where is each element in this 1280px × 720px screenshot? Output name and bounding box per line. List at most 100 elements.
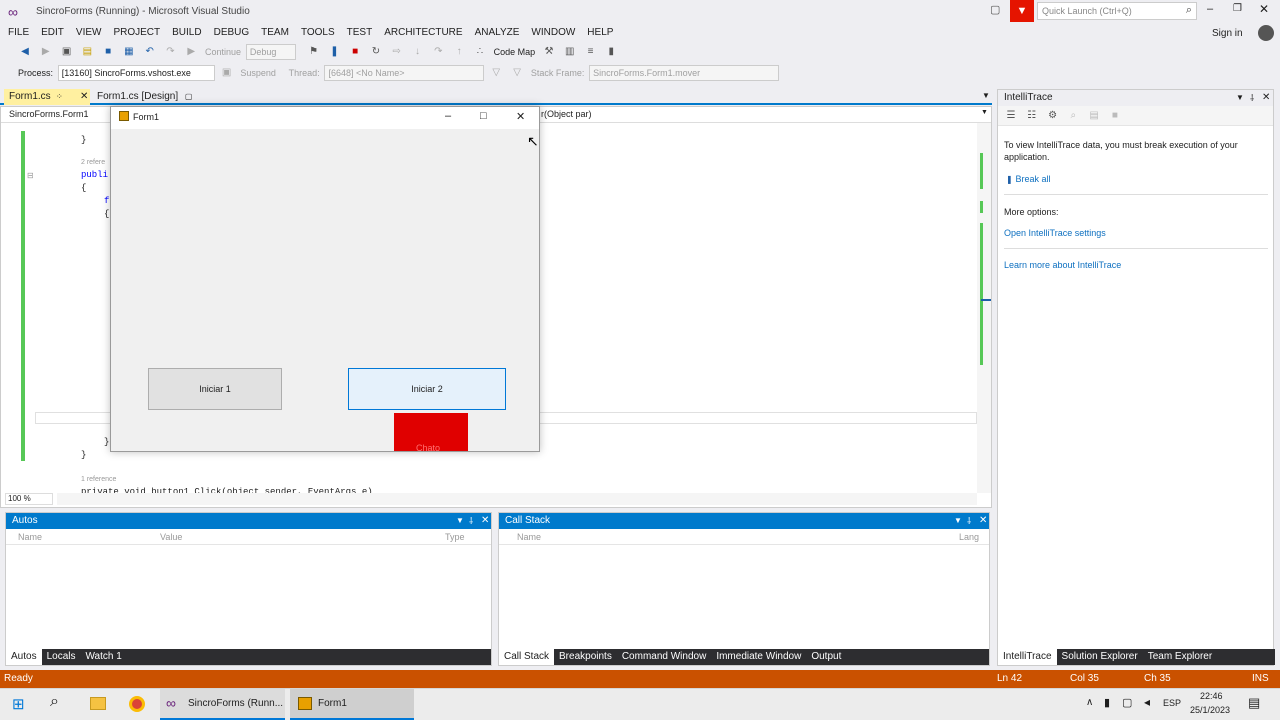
restore-icon[interactable]: ❐	[1233, 3, 1242, 14]
filter-icon[interactable]: ▽	[489, 66, 503, 80]
bookmark-icon[interactable]: ▮	[604, 45, 618, 59]
step-over-icon[interactable]: ↷	[431, 45, 445, 59]
iniciar-1-button[interactable]: Iniciar 1	[148, 368, 282, 410]
panel-menu-icon[interactable]: ▼	[954, 513, 962, 529]
feedback-icon[interactable]: ▼	[1010, 0, 1034, 22]
network-icon[interactable]: ▢	[1122, 696, 1132, 709]
tab-breakpoints[interactable]: Breakpoints	[554, 649, 617, 665]
menu-test[interactable]: TEST	[341, 24, 379, 41]
vertical-scrollbar[interactable]	[977, 123, 991, 493]
show-next-statement-icon[interactable]: ⇨	[390, 45, 404, 59]
search-icon[interactable]: ⌕	[1066, 109, 1080, 123]
tab-form1-design[interactable]: Form1.cs [Design] ▢	[92, 89, 197, 105]
minimize-icon[interactable]: –	[1207, 3, 1213, 15]
microphone-icon[interactable]: ▮	[1104, 696, 1110, 709]
open-file-icon[interactable]: ▤	[80, 45, 94, 59]
dropdown-arrow-icon[interactable]: ▼	[981, 109, 988, 116]
search-icon[interactable]: ⌕	[50, 693, 59, 711]
panel-menu-icon[interactable]: ▼	[456, 513, 464, 529]
learn-more-link[interactable]: Learn more about IntelliTrace	[1004, 260, 1121, 270]
tab-command-window[interactable]: Command Window	[617, 649, 711, 665]
continue-icon[interactable]: ▶	[184, 45, 198, 59]
tab-intellitrace[interactable]: IntelliTrace	[998, 649, 1057, 665]
code-map-button[interactable]: Code Map	[492, 42, 538, 62]
back-icon[interactable]: ◀	[18, 45, 32, 59]
language-indicator[interactable]: ESP	[1163, 698, 1181, 708]
close-icon[interactable]: ✕	[1262, 90, 1270, 106]
pin-icon[interactable]: ⁘	[56, 89, 63, 105]
thread-select[interactable]: [6648] <No Name>	[324, 65, 485, 81]
tab-team-explorer[interactable]: Team Explorer	[1143, 649, 1217, 665]
save-all-icon[interactable]: ▦	[122, 45, 136, 59]
open-settings-link[interactable]: Open IntelliTrace settings	[1004, 228, 1106, 238]
code-lens[interactable]: 1 reference	[81, 476, 116, 483]
tab-form1-cs[interactable]: Form1.cs ⁘ ✕	[4, 89, 90, 105]
menu-tools[interactable]: TOOLS	[295, 24, 341, 41]
maximize-icon[interactable]: □	[480, 110, 487, 122]
volume-icon[interactable]: ◂	[1144, 695, 1150, 709]
code-map-icon[interactable]: ∴	[473, 45, 487, 59]
form1-titlebar[interactable]: Form1 – □ ✕	[111, 107, 539, 129]
quick-launch-input[interactable]: Quick Launch (Ctrl+Q) ⌕	[1037, 2, 1197, 20]
break-all-link[interactable]: ❚ Break all	[1006, 174, 1051, 185]
column-name[interactable]: Name	[18, 529, 42, 545]
list-view-icon[interactable]: ☰	[1004, 109, 1018, 123]
continue-button[interactable]: Continue	[203, 42, 243, 62]
close-icon[interactable]: ✕	[481, 513, 489, 529]
menu-window[interactable]: WINDOW	[525, 24, 581, 41]
collapse-icon[interactable]: ⊟	[27, 171, 34, 180]
menu-project[interactable]: PROJECT	[107, 24, 166, 41]
detail-view-icon[interactable]: ☷	[1025, 109, 1039, 123]
pin-icon[interactable]: ⸸	[967, 513, 971, 529]
clock-time[interactable]: 22:46	[1200, 691, 1223, 701]
menu-edit[interactable]: EDIT	[35, 24, 70, 41]
attach-icon[interactable]: ⚑	[307, 45, 321, 59]
restart-icon[interactable]: ↻	[369, 45, 383, 59]
menu-build[interactable]: BUILD	[166, 24, 207, 41]
close-tab-icon[interactable]: ✕	[80, 89, 88, 105]
break-all-icon[interactable]: ❚	[327, 45, 341, 59]
tray-chevron-icon[interactable]: ∧	[1086, 697, 1093, 708]
notifications-icon[interactable]: ▢	[990, 3, 1000, 16]
tab-immediate-window[interactable]: Immediate Window	[711, 649, 806, 665]
stop-icon[interactable]: ■	[348, 45, 362, 59]
code-lens[interactable]: 2 refere	[81, 159, 105, 166]
process-select[interactable]: [13160] SincroForms.vshost.exe	[57, 65, 215, 81]
column-value[interactable]: Value	[160, 529, 182, 545]
suspend-button[interactable]: Suspend	[238, 63, 278, 83]
menu-view[interactable]: VIEW	[70, 24, 108, 41]
column-type[interactable]: Type	[445, 529, 465, 545]
tab-locals[interactable]: Locals	[42, 649, 81, 665]
column-name[interactable]: Name	[517, 529, 541, 545]
menu-file[interactable]: FILE	[0, 24, 35, 41]
tab-watch-1[interactable]: Watch 1	[80, 649, 126, 665]
menu-debug[interactable]: DEBUG	[208, 24, 256, 41]
tab-output[interactable]: Output	[806, 649, 846, 665]
save-icon[interactable]: ■	[1108, 109, 1122, 123]
iniciar-2-button[interactable]: Iniciar 2	[348, 368, 506, 410]
clock-date[interactable]: 25/1/2023	[1190, 705, 1230, 715]
windows-start-icon[interactable]: ⊞	[12, 695, 25, 713]
tab-overflow-icon[interactable]: ▼	[982, 91, 990, 100]
tab-autos[interactable]: Autos	[6, 649, 42, 665]
panel-menu-icon[interactable]: ▼	[1236, 90, 1244, 106]
minimize-icon[interactable]: –	[445, 110, 451, 122]
step-into-icon[interactable]: ↓	[411, 45, 425, 59]
pin-icon[interactable]: ▢	[185, 92, 193, 101]
file-explorer-icon[interactable]	[90, 697, 106, 710]
debug-tools-icon[interactable]: ⚒	[542, 45, 556, 59]
settings-gear-icon[interactable]: ⚙	[1046, 109, 1060, 123]
pin-icon[interactable]: ⸸	[1250, 90, 1254, 106]
column-lang[interactable]: Lang	[959, 529, 979, 545]
sign-in-link[interactable]: Sign in	[1212, 28, 1243, 39]
horizontal-scrollbar[interactable]	[57, 493, 977, 505]
step-out-icon[interactable]: ↑	[452, 45, 466, 59]
forward-icon[interactable]: ▶	[39, 45, 53, 59]
notification-center-icon[interactable]: ▤	[1248, 695, 1260, 711]
undo-icon[interactable]: ↶	[143, 45, 157, 59]
zoom-select[interactable]: 100 %	[5, 493, 53, 505]
config-select[interactable]: Debug	[245, 44, 296, 60]
pin-icon[interactable]: ⸸	[469, 513, 473, 529]
tab-call-stack[interactable]: Call Stack	[499, 649, 555, 665]
filter-clear-icon[interactable]: ▽	[510, 66, 524, 80]
